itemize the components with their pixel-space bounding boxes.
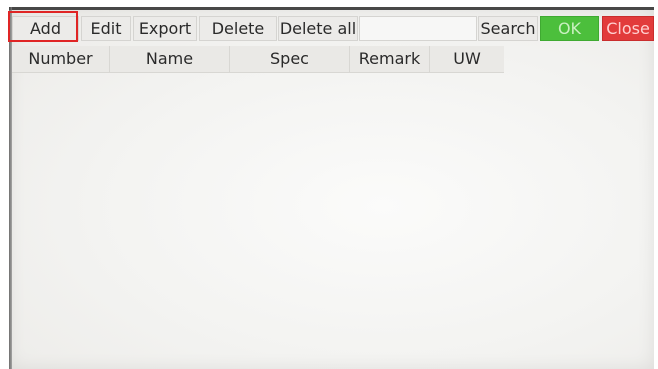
top-bezel	[9, 7, 654, 10]
export-button[interactable]: Export	[133, 16, 197, 41]
close-button[interactable]: Close	[602, 16, 654, 41]
search-button[interactable]: Search	[478, 16, 538, 41]
delete-button[interactable]: Delete	[199, 16, 277, 41]
column-header-number[interactable]: Number	[12, 46, 110, 72]
ok-button[interactable]: OK	[540, 16, 599, 41]
column-header-remark[interactable]: Remark	[350, 46, 430, 72]
table-header: Number Name Spec Remark UW	[12, 46, 504, 73]
delete-all-button[interactable]: Delete all	[278, 16, 358, 41]
device-screen-photo: Add Edit Export Delete Delete all Search…	[0, 0, 658, 369]
column-header-name[interactable]: Name	[110, 46, 230, 72]
table-body[interactable]	[12, 73, 652, 367]
add-button-highlight	[8, 11, 78, 42]
column-header-uw[interactable]: UW	[430, 46, 504, 72]
toolbar: Add Edit Export Delete Delete all Search…	[12, 16, 654, 41]
search-input[interactable]	[359, 16, 477, 41]
edit-button[interactable]: Edit	[81, 16, 131, 41]
column-header-spec[interactable]: Spec	[230, 46, 350, 72]
